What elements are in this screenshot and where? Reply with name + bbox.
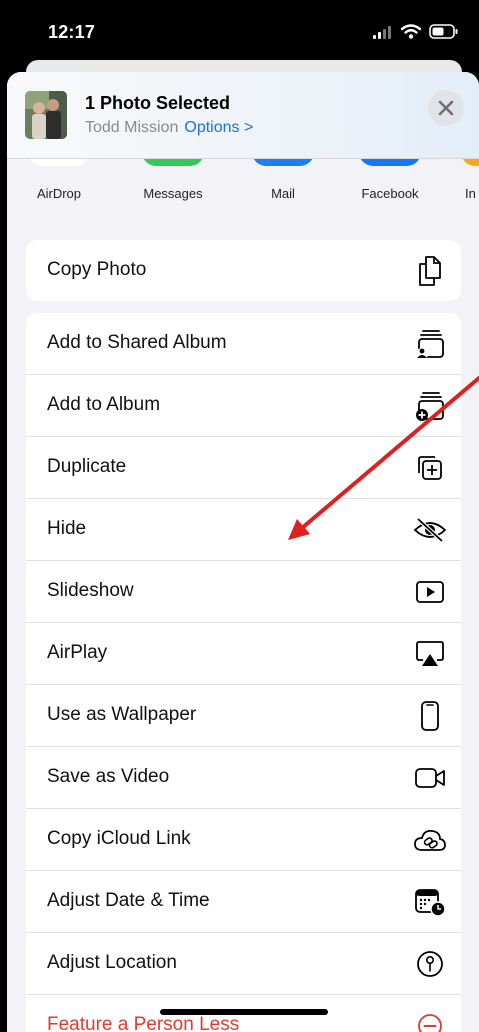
home-indicator[interactable] — [160, 1009, 328, 1015]
annotation-arrow — [288, 376, 479, 540]
